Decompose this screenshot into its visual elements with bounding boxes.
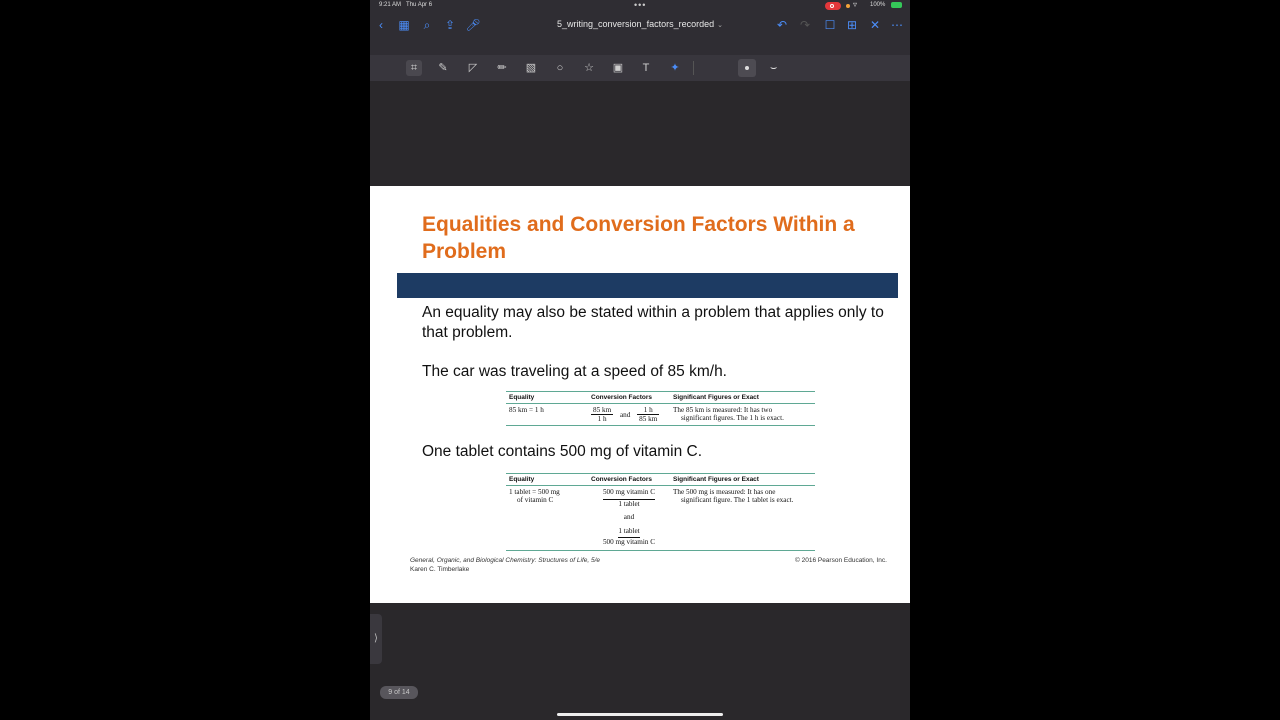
grid-icon[interactable]: ▦ bbox=[396, 17, 412, 33]
eraser-icon[interactable]: ◸ bbox=[465, 60, 481, 76]
highlighter-icon[interactable]: ✏ bbox=[494, 60, 510, 76]
title-divider-bar bbox=[397, 273, 898, 298]
redo-icon[interactable]: ↷ bbox=[797, 17, 813, 33]
table-cell-factors: 85 km 1 h and 1 h 85 km bbox=[591, 406, 660, 423]
fraction: 1 h 85 km bbox=[637, 406, 660, 423]
page-indicator[interactable]: 9 of 14 bbox=[380, 686, 418, 699]
sidebar-toggle-handle[interactable]: ⟩ bbox=[370, 614, 382, 664]
wifi-icon: ▿ bbox=[853, 0, 858, 9]
lasso-icon[interactable]: ○ bbox=[552, 60, 568, 76]
undo-icon[interactable]: ↶ bbox=[774, 17, 790, 33]
toolbar-divider bbox=[693, 61, 694, 75]
shapes-icon[interactable]: ▧ bbox=[523, 60, 539, 76]
table-cell-equality: 1 tablet = 500 mg of vitamin C bbox=[509, 488, 560, 504]
battery-icon bbox=[891, 2, 902, 8]
pen-size-dot[interactable] bbox=[738, 59, 756, 77]
paragraph-car-speed: The car was traveling at a speed of 85 k… bbox=[422, 363, 727, 380]
battery-percent: 100% bbox=[870, 2, 886, 8]
table-cell-factors: 500 mg vitamin C 1 tablet and 1 tablet 5… bbox=[602, 488, 656, 546]
text-icon[interactable]: T bbox=[638, 60, 654, 76]
status-time: 9:21 AM Thu Apr 6 bbox=[379, 2, 433, 8]
document-title[interactable]: 5_writing_conversion_factors_recorded ⌄ bbox=[520, 19, 760, 29]
conversion-table-tablet: Equality Conversion Factors Significant … bbox=[506, 473, 815, 551]
multitasking-dots[interactable]: ••• bbox=[634, 0, 646, 10]
laser-icon[interactable]: ✦ bbox=[667, 60, 683, 76]
table-header: Significant Figures or Exact bbox=[670, 473, 815, 486]
mic-icon[interactable]: 🎤︎ bbox=[465, 17, 481, 33]
table-header: Significant Figures or Exact bbox=[670, 391, 815, 404]
slide-title: Equalities and Conversion Factors Within… bbox=[422, 213, 855, 263]
fraction: 85 km 1 h bbox=[591, 406, 614, 423]
back-icon[interactable]: ‹ bbox=[373, 17, 389, 33]
tab-bar: × acs-periodic-table-poster_download × 5… bbox=[370, 39, 910, 342]
add-page-icon[interactable]: ⊞ bbox=[844, 17, 860, 33]
screen-record-icon[interactable] bbox=[825, 2, 841, 10]
close-icon[interactable]: ✕ bbox=[867, 17, 883, 33]
mic-indicator-icon bbox=[846, 4, 850, 8]
stroke-style-icon[interactable]: ⌣ bbox=[770, 62, 777, 75]
ipad-screen: 9:21 AM Thu Apr 6 ••• ▿ 100% ‹ ▦ ⌕ ⇪ 🎤︎ … bbox=[370, 0, 910, 720]
pen-icon[interactable]: ✎ bbox=[435, 60, 451, 76]
status-bar: 9:21 AM Thu Apr 6 ••• ▿ 100% bbox=[370, 0, 910, 12]
table-header: Equality bbox=[506, 473, 588, 486]
table-header: Conversion Factors bbox=[588, 391, 670, 404]
table-header: Conversion Factors bbox=[588, 473, 670, 486]
table-header: Equality bbox=[506, 391, 588, 404]
bookmark-icon[interactable]: ☐ bbox=[822, 17, 838, 33]
home-indicator[interactable] bbox=[557, 713, 723, 716]
slide-footer-copyright: © 2016 Pearson Education, Inc. bbox=[795, 557, 887, 564]
sticker-icon[interactable]: ☆ bbox=[581, 60, 597, 76]
table-cell-sigfigs: The 500 mg is measured: It has one signi… bbox=[673, 488, 794, 504]
image-icon[interactable]: ▣ bbox=[610, 60, 626, 76]
search-icon[interactable]: ⌕ bbox=[419, 17, 435, 33]
slide-page[interactable]: Equalities and Conversion Factors Within… bbox=[370, 186, 910, 603]
conversion-table-speed: Equality Conversion Factors Significant … bbox=[506, 391, 815, 426]
more-icon[interactable]: ⋯ bbox=[889, 17, 905, 33]
share-icon[interactable]: ⇪ bbox=[442, 17, 458, 33]
paragraph-equality: An equality may also be stated within a … bbox=[422, 304, 884, 341]
app-toolbar: ‹ ▦ ⌕ ⇪ 🎤︎ 5_writing_conversion_factors_… bbox=[370, 12, 910, 39]
scan-icon[interactable]: ⌗ bbox=[406, 60, 422, 76]
paragraph-vitamin-c: One tablet contains 500 mg of vitamin C. bbox=[422, 443, 703, 460]
table-cell-sigfigs: The 85 km is measured: It has two signif… bbox=[673, 406, 784, 422]
table-cell-equality: 85 km = 1 h bbox=[509, 406, 544, 414]
slide-footer-source: General, Organic, and Biological Chemist… bbox=[410, 557, 601, 573]
drawing-toolbar: ⌗ ✎ ◸ ✏ ▧ ○ ☆ ▣ T ✦ ⌣ bbox=[370, 55, 910, 81]
